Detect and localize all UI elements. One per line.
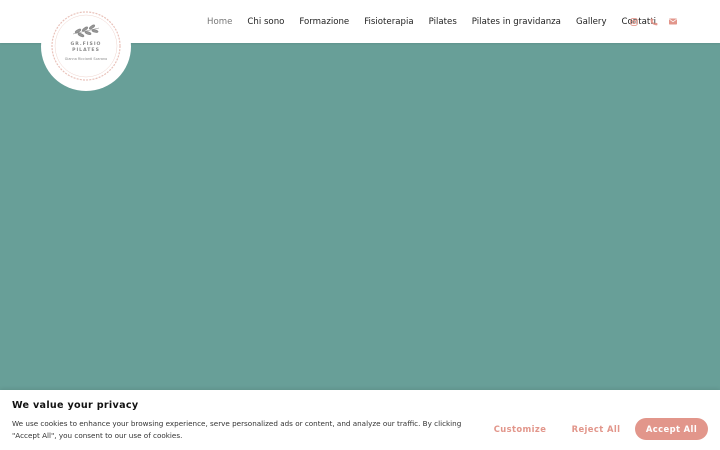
reject-all-button[interactable]: Reject All: [560, 418, 632, 440]
logo-title: GR.FISIO PILATES: [41, 42, 131, 53]
nav-item-chi-sono[interactable]: Chi sono: [247, 17, 284, 27]
phone-icon[interactable]: [648, 16, 660, 28]
nav-item-gallery[interactable]: Gallery: [576, 17, 607, 27]
page: GR.FISIO PILATES Gianna Ricciardi Scaran…: [0, 0, 720, 450]
accept-all-button[interactable]: Accept All: [635, 418, 708, 440]
instagram-icon[interactable]: [628, 16, 640, 28]
cookie-text: We use cookies to enhance your browsing …: [12, 419, 462, 440]
site-header: GR.FISIO PILATES Gianna Ricciardi Scaran…: [0, 0, 720, 91]
hero-section: [0, 43, 720, 390]
olive-branch-icon: [72, 24, 100, 38]
main-nav: Home Chi sono Formazione Fisioterapia Pi…: [207, 0, 656, 43]
site-logo[interactable]: GR.FISIO PILATES Gianna Ricciardi Scaran…: [41, 2, 131, 91]
email-icon[interactable]: [667, 16, 679, 28]
nav-item-pilates-in-gravidanza[interactable]: Pilates in gravidanza: [472, 17, 561, 27]
logo-subtitle: Gianna Ricciardi Scarano: [64, 57, 108, 61]
customize-button[interactable]: Customize: [484, 418, 556, 440]
nav-item-home[interactable]: Home: [207, 17, 232, 27]
logo-title-line1: GR.FISIO: [70, 42, 102, 47]
social-links: [628, 0, 679, 43]
nav-item-pilates[interactable]: Pilates: [429, 17, 457, 27]
nav-item-formazione[interactable]: Formazione: [299, 17, 349, 27]
nav-item-fisioterapia[interactable]: Fisioterapia: [364, 17, 413, 27]
cookie-title: We value your privacy: [12, 400, 139, 411]
logo-title-line2: PILATES: [72, 48, 100, 53]
